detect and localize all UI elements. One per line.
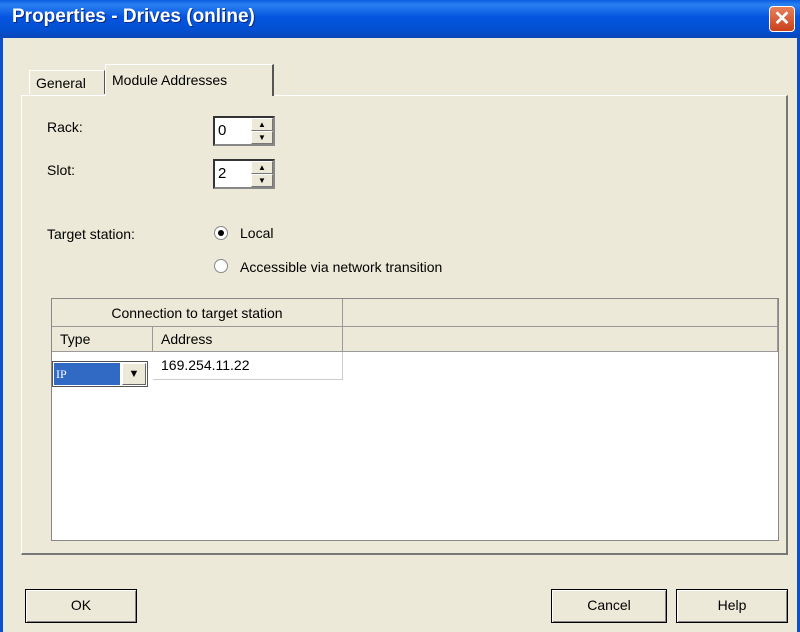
rack-label: Rack: xyxy=(47,119,83,135)
close-button[interactable]: ✕ xyxy=(769,6,795,32)
tab-module-addresses[interactable]: Module Addresses xyxy=(105,64,274,96)
radio-network-transition[interactable] xyxy=(214,259,228,273)
slot-down-arrow-icon[interactable]: ▼ xyxy=(251,174,273,187)
rack-value[interactable]: 0 xyxy=(218,122,226,139)
group-header-empty xyxy=(343,299,778,327)
radio-network-transition-label[interactable]: Accessible via network transition xyxy=(240,259,442,275)
radio-local[interactable] xyxy=(214,226,228,240)
slot-value[interactable]: 2 xyxy=(218,165,226,182)
ok-button[interactable]: OK xyxy=(25,589,137,623)
group-header: Connection to target station xyxy=(52,299,343,327)
slot-label: Slot: xyxy=(47,162,76,178)
column-header-address[interactable]: Address xyxy=(153,327,343,352)
type-dropdown[interactable]: IP ▼ xyxy=(52,361,148,387)
column-header-type[interactable]: Type xyxy=(52,327,153,352)
radio-local-label[interactable]: Local xyxy=(240,225,273,241)
table-cell-address[interactable]: 169.254.11.22 xyxy=(153,352,343,380)
slot-spinner[interactable]: 2 ▲ ▼ xyxy=(213,159,275,189)
close-icon: ✕ xyxy=(773,8,791,30)
help-button[interactable]: Help xyxy=(676,589,788,623)
type-dropdown-value[interactable]: IP xyxy=(54,363,120,385)
connection-table: Connection to target station Type Addres… xyxy=(51,298,779,541)
tab-general[interactable]: General xyxy=(29,70,105,94)
title-bar: Properties - Drives (online) ✕ xyxy=(0,0,800,38)
chevron-down-icon[interactable]: ▼ xyxy=(122,363,146,385)
column-header-empty xyxy=(343,327,778,352)
slot-up-arrow-icon[interactable]: ▲ xyxy=(251,161,273,174)
target-station-label: Target station: xyxy=(47,226,135,242)
rack-up-arrow-icon[interactable]: ▲ xyxy=(251,118,273,131)
rack-spinner[interactable]: 0 ▲ ▼ xyxy=(213,116,275,146)
rack-down-arrow-icon[interactable]: ▼ xyxy=(251,131,273,144)
cancel-button[interactable]: Cancel xyxy=(551,589,667,623)
window-title: Properties - Drives (online) xyxy=(12,6,255,27)
window-frame-left xyxy=(0,38,3,632)
